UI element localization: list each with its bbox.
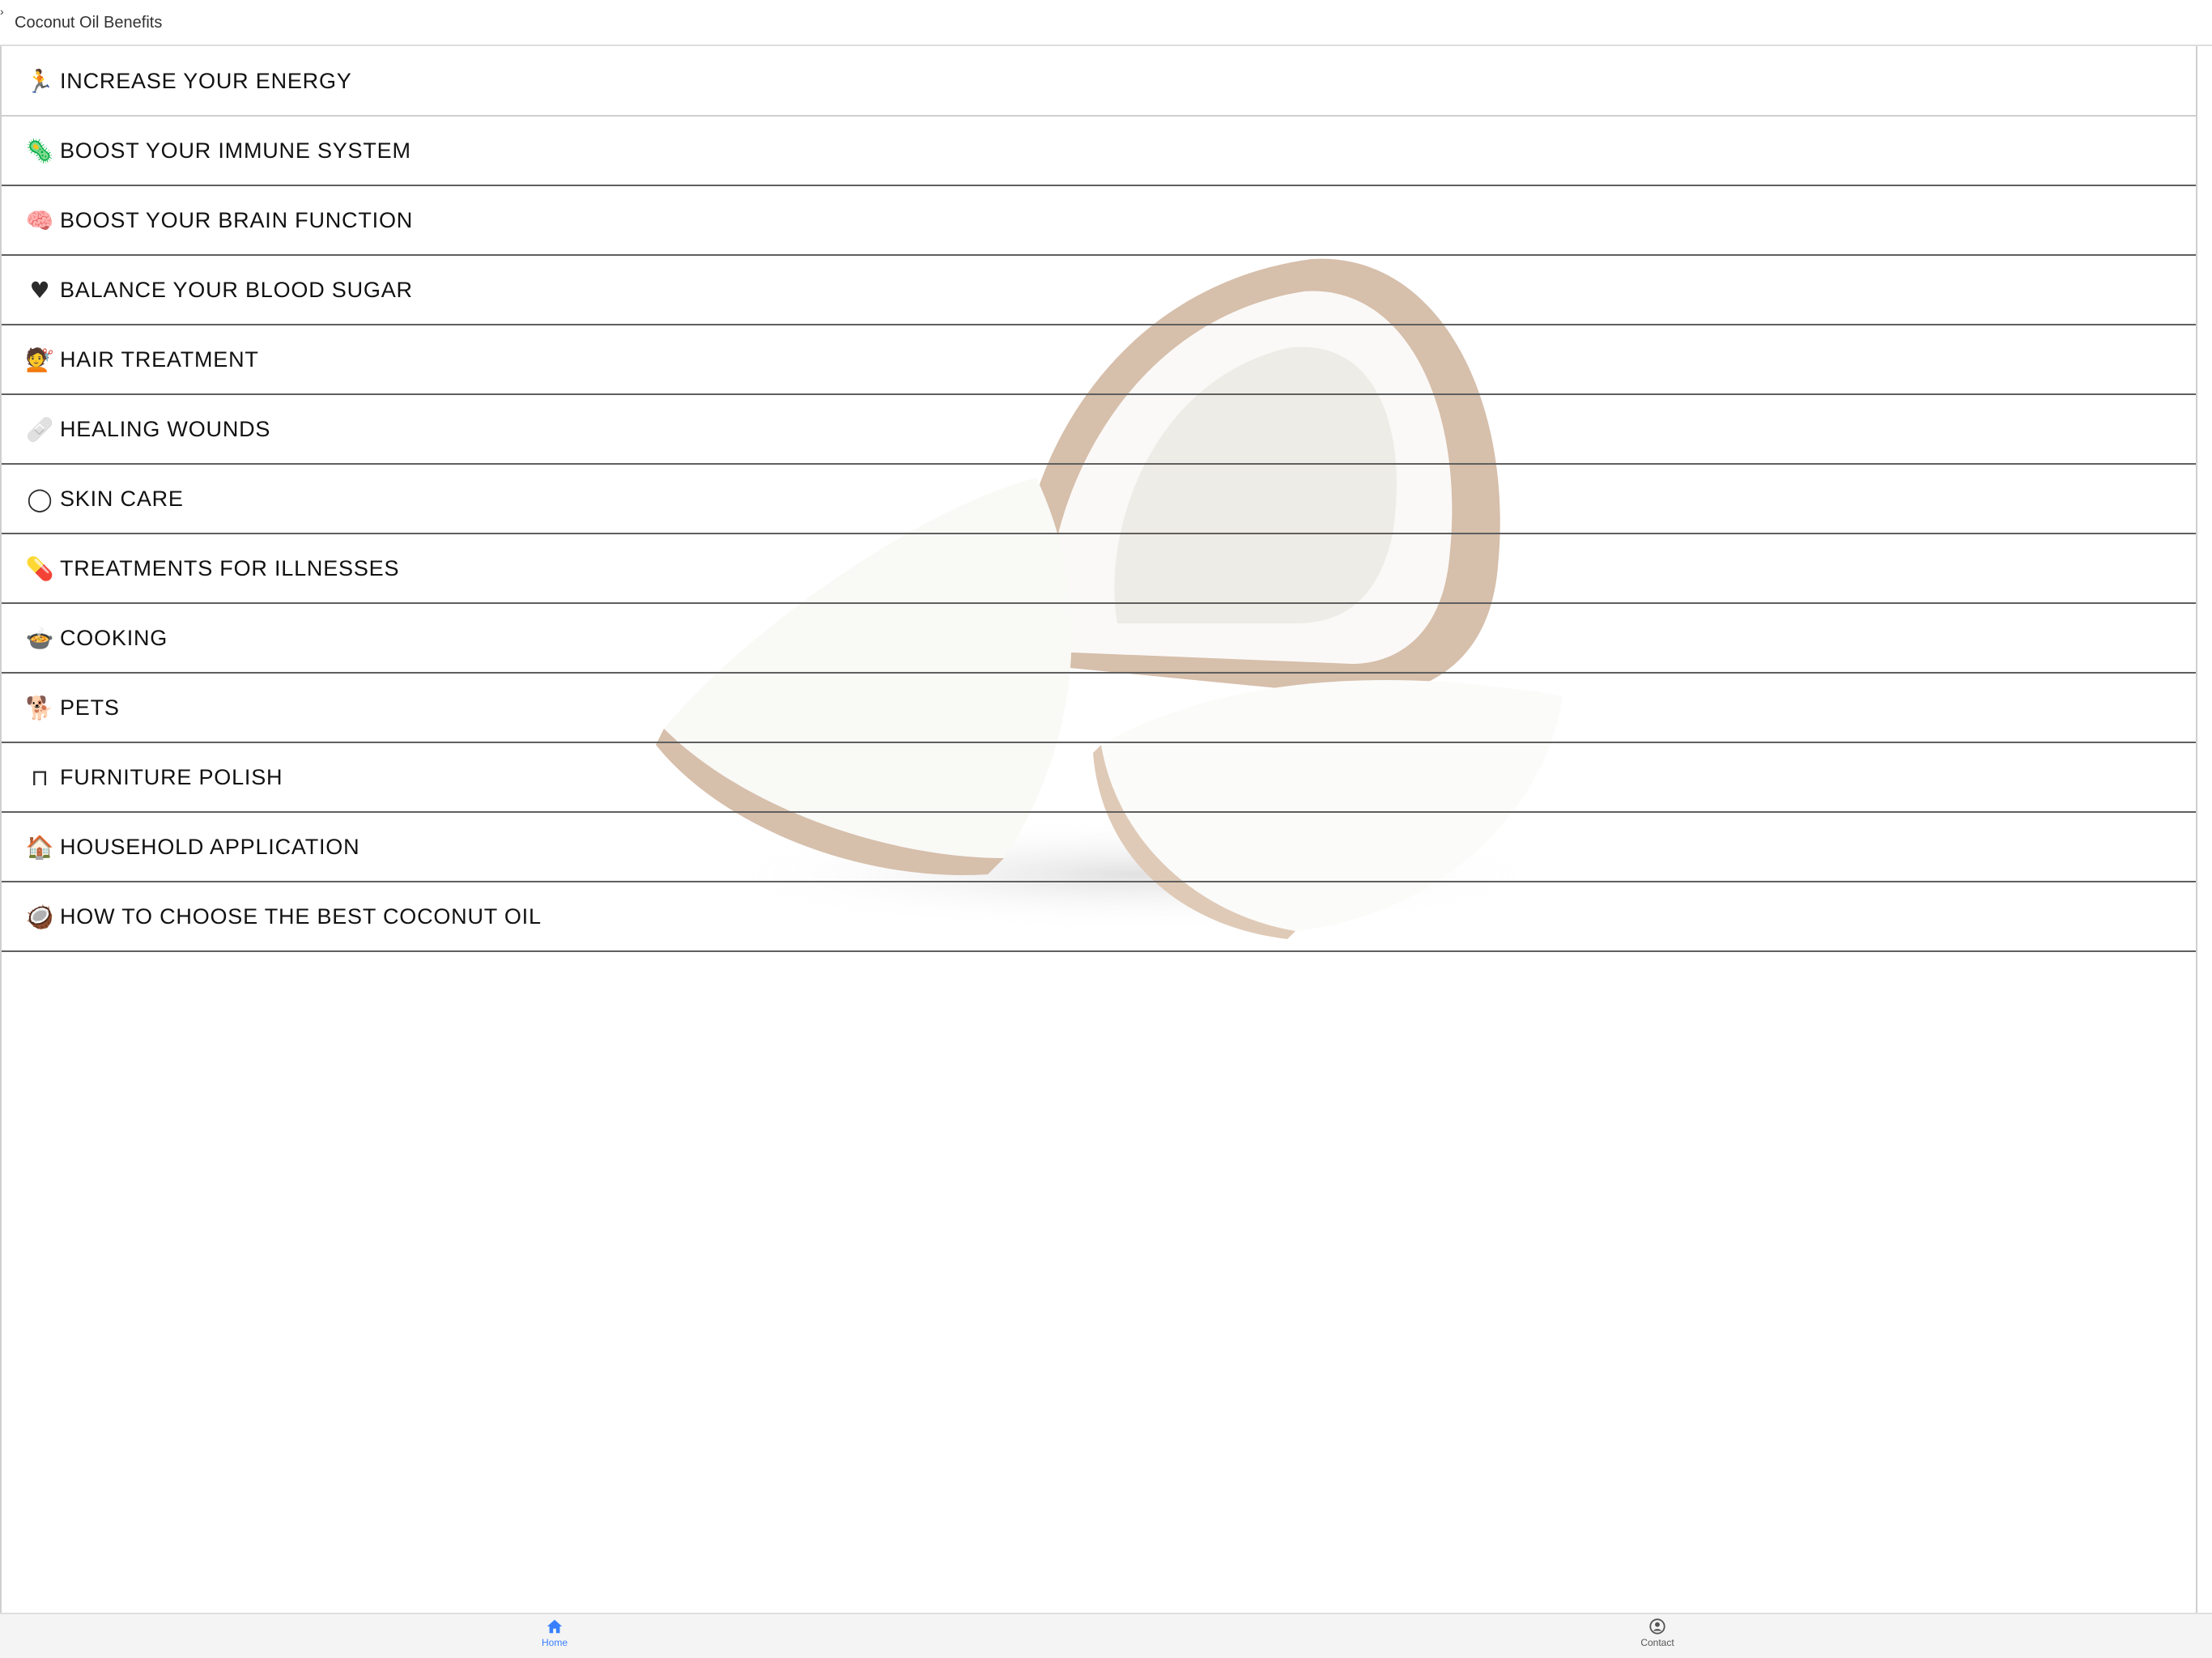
tab-home[interactable]: Home: [506, 1618, 603, 1656]
list-item-label: BOOST YOUR BRAIN FUNCTION: [60, 207, 414, 232]
heart-icon: ♥: [29, 276, 50, 304]
list-item[interactable]: ⊓ FURNITURE POLISH: [2, 743, 2196, 813]
skin-icon: ◯: [27, 485, 53, 512]
list-item[interactable]: 🏠 HOUSEHOLD APPLICATION: [2, 813, 2196, 882]
list-item-label: HOUSEHOLD APPLICATION: [60, 834, 360, 859]
bandage-icon: 🩹: [25, 415, 54, 443]
list-item[interactable]: ♥ BALANCE YOUR BLOOD SUGAR: [2, 256, 2196, 325]
caret-icon: ›: [0, 5, 4, 18]
tab-contact-label: Contact: [1640, 1637, 1674, 1648]
virus-icon: 🦠: [25, 137, 54, 164]
page-title: Coconut Oil Benefits: [15, 14, 163, 32]
list-item-label: HEALING WOUNDS: [60, 416, 271, 441]
list-item-label: HOW TO CHOOSE THE BEST COCONUT OIL: [60, 903, 542, 929]
list-item[interactable]: ◯ SKIN CARE: [2, 465, 2196, 534]
list-item[interactable]: 🐕 PETS: [2, 674, 2196, 743]
list-item-label: COOKING: [60, 625, 168, 650]
list-item[interactable]: 🦠 BOOST YOUR IMMUNE SYSTEM: [2, 117, 2196, 186]
list-item-label: SKIN CARE: [60, 486, 184, 511]
tab-contact[interactable]: Contact: [1609, 1618, 1706, 1656]
medicine-bottle-icon: 💊: [25, 555, 54, 582]
list-item[interactable]: 🥥 HOW TO CHOOSE THE BEST COCONUT OIL: [2, 882, 2196, 952]
list-item[interactable]: 🩹 HEALING WOUNDS: [2, 395, 2196, 465]
list-item-label: FURNITURE POLISH: [60, 764, 283, 789]
list-item[interactable]: 🧠 BOOST YOUR BRAIN FUNCTION: [2, 186, 2196, 256]
list-item[interactable]: 💇 HAIR TREATMENT: [2, 325, 2196, 395]
house-icon: 🏠: [25, 833, 54, 861]
brain-icon: 🧠: [25, 206, 54, 234]
home-icon: [547, 1619, 563, 1634]
person-circle-icon: [1649, 1618, 1665, 1635]
treadmill-icon: 🏃: [25, 67, 54, 95]
title-bar: › Coconut Oil Benefits: [0, 0, 2212, 46]
list-item-label: BOOST YOUR IMMUNE SYSTEM: [60, 138, 411, 163]
hair-icon: 💇: [25, 346, 54, 373]
list-item-label: TREATMENTS FOR ILLNESSES: [60, 555, 400, 580]
list-item[interactable]: 🍲 COOKING: [2, 604, 2196, 674]
list-item[interactable]: 💊 TREATMENTS FOR ILLNESSES: [2, 534, 2196, 604]
coconut-icon: 🥥: [25, 903, 54, 930]
right-divider: [2196, 46, 2197, 1613]
cooking-pot-icon: 🍲: [25, 624, 54, 652]
tab-home-label: Home: [541, 1637, 568, 1648]
list-item-label: BALANCE YOUR BLOOD SUGAR: [60, 277, 413, 302]
benefits-list: 🏃 INCREASE YOUR ENERGY 🦠 BOOST YOUR IMMU…: [2, 47, 2196, 952]
list-item-label: INCREASE YOUR ENERGY: [60, 68, 352, 93]
tab-bar: Home Contact: [0, 1613, 2212, 1658]
pet-icon: 🐕: [25, 694, 54, 721]
app-window: › Coconut Oil Benefits 🏃 INCREASE YOUR E…: [0, 0, 2212, 1658]
list-item-label: HAIR TREATMENT: [60, 346, 259, 372]
list-item[interactable]: 🏃 INCREASE YOUR ENERGY: [2, 47, 2196, 117]
list-item-label: PETS: [60, 695, 120, 720]
table-icon: ⊓: [31, 763, 49, 791]
